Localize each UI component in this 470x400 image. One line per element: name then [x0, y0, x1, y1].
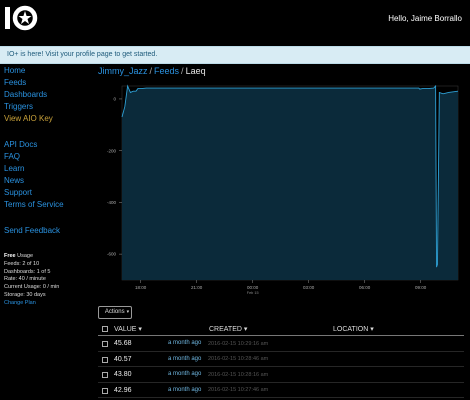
row-checkbox[interactable] — [102, 356, 108, 363]
actions-label: Actions — [104, 309, 125, 315]
sidebar-item-api-docs[interactable]: API Docs — [4, 140, 37, 149]
row-checkbox[interactable] — [102, 372, 108, 378]
usage-plan-line: Free Usage — [4, 253, 59, 261]
top-bar: Hello, Jaime Borrallo — [0, 0, 470, 40]
sidebar-item-home[interactable]: Home — [4, 66, 25, 75]
row-relative-time[interactable]: a month ago — [168, 387, 201, 393]
table-row: 40.57 a month ago 2016-02-15 10:28:46 am — [98, 352, 464, 367]
row-timestamp: 2016-02-15 10:29:16 am — [208, 340, 269, 347]
row-checkbox[interactable] — [102, 387, 108, 394]
usage-rate: Rate: 40 / minute — [4, 276, 46, 283]
y-tick-label: -400 — [107, 200, 117, 205]
column-header-created-label: CREATED — [209, 326, 242, 333]
column-header-location-label: LOCATION — [333, 326, 369, 333]
sidebar-item-triggers[interactable]: Triggers — [4, 102, 33, 111]
sidebar-item-support[interactable]: Support — [4, 188, 32, 197]
x-sub-label: Feb 15 — [247, 291, 259, 295]
x-tick-label: 21:00 — [191, 285, 203, 290]
row-value: 42.96 — [114, 386, 132, 394]
actions-dropdown-button[interactable]: Actions ▾ — [98, 306, 132, 319]
banner-text[interactable]: IO+ is here! Visit your profile page to … — [7, 51, 157, 58]
row-checkbox[interactable] — [102, 341, 108, 347]
x-tick-label: 03:00 — [303, 285, 315, 290]
row-timestamp: 2016-02-15 10:28:46 am — [208, 356, 269, 362]
x-tick-label: 00:00 — [247, 285, 259, 290]
table-header: VALUE ▾ CREATED ▾ LOCATION ▾ — [98, 322, 464, 336]
row-value: 43.80 — [114, 371, 132, 378]
row-value: 45.68 — [114, 340, 132, 347]
sidebar-item-learn[interactable]: Learn — [4, 164, 24, 173]
sort-caret-icon: ▾ — [370, 326, 374, 333]
row-relative-time[interactable]: a month ago — [168, 340, 201, 346]
x-tick-label: 09:00 — [415, 285, 427, 290]
y-tick-label: -600 — [107, 252, 117, 257]
table-row: 43.80 a month ago 2016-02-15 10:28:16 am — [98, 367, 464, 383]
series-area — [122, 86, 458, 280]
breadcrumb: Jimmy_Jazz / Feeds / Laeq — [98, 66, 206, 76]
usage-current: Current Usage: 0 / min — [4, 284, 60, 291]
caret-down-icon: ▾ — [126, 309, 130, 315]
select-all-checkbox[interactable] — [102, 326, 108, 332]
sidebar-item-dashboards[interactable]: Dashboards — [4, 90, 47, 99]
row-value: 40.57 — [114, 355, 132, 363]
x-tick-label: 06:00 — [359, 285, 371, 290]
y-tick-label: -200 — [107, 148, 117, 153]
usage-feeds: Feeds: 2 of 10 — [4, 260, 40, 267]
sidebar: Home Feeds Dashboards Triggers View AIO … — [0, 64, 92, 400]
table-row: 42.96 a month ago 2016-02-15 10:27:46 am — [98, 383, 464, 398]
sidebar-item-view-aio-key[interactable]: View AIO Key — [4, 114, 53, 123]
feed-chart[interactable]: 0 -200 -400 -600 18:00 21:00 00:00 03:00 06:00 09… — [96, 82, 468, 300]
usage-panel: Free Usage Feeds: 2 of 10 Dashboards: 1 … — [4, 253, 59, 308]
breadcrumb-user[interactable]: Jimmy_Jazz — [98, 66, 148, 76]
plan-suffix: Usage — [15, 253, 34, 259]
x-tick-label: 18:00 — [135, 285, 147, 290]
row-timestamp: 2016-02-15 10:28:16 am — [208, 371, 269, 378]
sidebar-item-news[interactable]: News — [4, 176, 24, 185]
sidebar-item-feeds[interactable]: Feeds — [4, 78, 26, 87]
announcement-banner: IO+ is here! Visit your profile page to … — [0, 46, 470, 64]
row-relative-time[interactable]: a month ago — [168, 356, 201, 362]
feed-data-table: VALUE ▾ CREATED ▾ LOCATION ▾ 45.68 a mon… — [98, 322, 464, 398]
usage-dashboards: Dashboards: 1 of 5 — [4, 268, 51, 275]
plan-name: Free — [4, 253, 16, 259]
breadcrumb-feeds[interactable]: Feeds — [154, 66, 179, 76]
usage-storage: Storage: 30 days — [4, 291, 46, 298]
adafruit-io-logo[interactable] — [4, 4, 40, 32]
sidebar-item-faq[interactable]: FAQ — [4, 152, 20, 161]
row-timestamp: 2016-02-15 10:27:46 am — [208, 387, 269, 393]
row-relative-time[interactable]: a month ago — [168, 371, 201, 377]
sort-caret-icon: ▾ — [138, 326, 142, 333]
column-header-value[interactable]: VALUE ▾ — [114, 325, 142, 333]
feed-chart-svg[interactable]: 0 -200 -400 -600 18:00 21:00 00:00 03:00 06:00 09… — [96, 82, 468, 300]
breadcrumb-current: Laeq — [185, 66, 206, 76]
sidebar-item-terms-of-service[interactable]: Terms of Service — [4, 200, 64, 209]
change-plan-link[interactable]: Change Plan — [4, 300, 59, 308]
user-greeting[interactable]: Hello, Jaime Borrallo — [388, 14, 462, 23]
sort-caret-icon: ▾ — [243, 326, 248, 333]
y-tick-label: 0 — [113, 97, 116, 102]
table-row: 45.68 a month ago 2016-02-15 10:29:16 am — [98, 336, 464, 352]
sidebar-item-send-feedback[interactable]: Send Feedback — [4, 226, 60, 235]
column-header-value-label: VALUE — [114, 326, 137, 333]
column-header-location[interactable]: LOCATION ▾ — [333, 325, 374, 333]
column-header-created[interactable]: CREATED ▾ — [209, 325, 247, 333]
